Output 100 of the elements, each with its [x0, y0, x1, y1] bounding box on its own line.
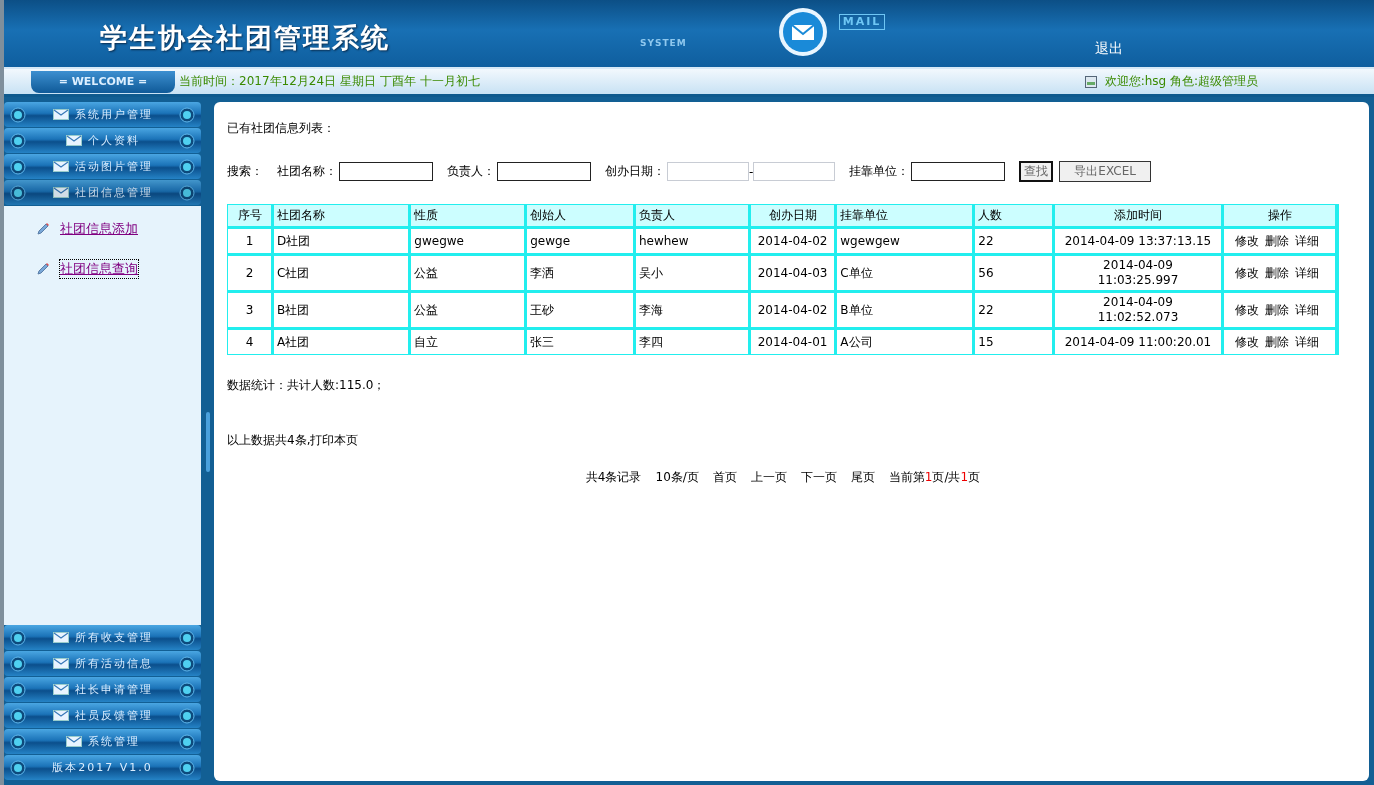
table-cell: 2014-04-03 [750, 256, 838, 293]
action-link[interactable]: 删除 [1264, 265, 1289, 280]
column-header: 挂靠单位 [837, 205, 976, 229]
record-count: 共4条记录 [585, 469, 642, 486]
knob-icon [10, 707, 26, 724]
envelope-icon [52, 109, 69, 120]
field-label: 挂靠单位： [849, 163, 910, 180]
pencil-icon [36, 262, 50, 276]
input-field[interactable] [911, 162, 1006, 181]
knob-icon [179, 759, 195, 776]
sidebar-menu-button[interactable]: 所有活动信息 [4, 651, 201, 676]
date-field[interactable] [753, 162, 836, 181]
action-link[interactable]: 删除 [1264, 233, 1289, 248]
knob-icon [10, 759, 26, 776]
knob-icon [10, 132, 26, 149]
action-link[interactable]: 详细 [1294, 265, 1319, 280]
stats-text: 数据统计：共计人数:115.0； [227, 377, 387, 394]
table-cell: 公益 [411, 256, 528, 293]
action-link[interactable]: 修改 [1234, 233, 1259, 248]
table-cell: 22 [975, 229, 1055, 256]
sidebar-menu-button[interactable]: 所有收支管理 [4, 625, 201, 650]
pager-link[interactable]: 上一页 [750, 469, 787, 486]
field-label: 社团名称： [277, 163, 337, 180]
column-header: 操作 [1224, 205, 1338, 229]
field-label: 创办日期： [605, 163, 665, 180]
sidebar-menu-button[interactable]: 社团信息管理 [4, 180, 201, 205]
user-info: 欢迎您:hsg 角色:超级管理员 [1104, 73, 1258, 90]
column-header: 性质 [411, 205, 528, 229]
table-cell: 吴小 [635, 256, 751, 293]
knob-icon [10, 106, 26, 123]
knob-icon [179, 106, 195, 123]
table-cell: 李洒 [527, 256, 636, 293]
action-link[interactable]: 详细 [1294, 302, 1319, 317]
action-link[interactable]: 修改 [1234, 302, 1259, 317]
envelope-icon [52, 632, 69, 643]
table-cell: 1 [228, 229, 275, 256]
table-cell: 李海 [635, 293, 751, 330]
knob-icon [10, 629, 26, 646]
pager-link[interactable]: 下一页 [800, 469, 837, 486]
table-cell: A社团 [274, 330, 412, 354]
table-cell: 2014-04-01 [750, 330, 838, 354]
knob-icon [179, 158, 195, 175]
input-field[interactable] [339, 162, 433, 181]
knob-icon [179, 681, 195, 698]
field-label: 负责人： [447, 163, 495, 180]
page-size: 10条/页 [655, 469, 699, 486]
table-cell: 56 [975, 256, 1055, 293]
table-cell: 4 [228, 330, 275, 354]
envelope-icon [52, 161, 69, 172]
date-field[interactable] [667, 162, 749, 181]
pager-link[interactable]: 尾页 [850, 469, 875, 486]
sidebar-menu-button[interactable]: 个人资料 [4, 128, 201, 153]
search-label: 搜索： [227, 163, 263, 180]
system-label: SYSTEM [640, 38, 687, 50]
table-cell: hewhew [635, 229, 751, 256]
knob-icon [179, 707, 195, 724]
table-cell: 2014-04-02 [750, 293, 838, 330]
knob-icon [10, 655, 26, 672]
table-cell: 3 [228, 293, 275, 330]
action-link[interactable]: 修改 [1234, 265, 1259, 280]
table-cell: D社团 [274, 229, 412, 256]
input-field[interactable] [497, 162, 591, 181]
action-link[interactable]: 详细 [1294, 334, 1319, 349]
knob-icon [10, 184, 26, 201]
table-cell: B社团 [274, 293, 412, 330]
table-cell: A公司 [837, 330, 976, 354]
table-cell: 公益 [411, 293, 528, 330]
knob-icon [179, 629, 195, 646]
action-link[interactable]: 修改 [1234, 334, 1259, 349]
table-cell: wgewgew [837, 229, 976, 256]
pager-link[interactable]: 首页 [712, 469, 737, 486]
knob-icon [179, 733, 195, 750]
knob-icon [179, 184, 195, 201]
action-link[interactable]: 删除 [1264, 302, 1289, 317]
logout-link[interactable]: 退出 [1095, 40, 1124, 58]
list-heading: 已有社团信息列表： [227, 120, 336, 137]
pencil-icon [36, 222, 50, 236]
sidebar-menu-button[interactable]: 系统用户管理 [4, 102, 201, 127]
table-cell: 张三 [527, 330, 636, 354]
knob-icon [10, 681, 26, 698]
search-button[interactable]: 导出EXCEL [1059, 161, 1151, 182]
envelope-icon [52, 658, 69, 669]
envelope-icon [52, 187, 69, 198]
version-label: 版本2017 V1.0 [4, 755, 201, 780]
column-header: 负责人 [635, 205, 751, 229]
action-link[interactable]: 删除 [1264, 334, 1289, 349]
table-cell: 2 [228, 256, 275, 293]
action-link[interactable]: 详细 [1294, 233, 1319, 248]
print-link[interactable]: 打印本页 [310, 432, 359, 449]
splitter-handle[interactable] [205, 411, 210, 472]
table-cell: 2014-04-09 13:37:13.15 [1054, 229, 1224, 256]
column-header: 序号 [228, 205, 275, 229]
table-cell: 22 [975, 293, 1055, 330]
search-button[interactable]: 查找 [1019, 161, 1054, 182]
column-header: 人数 [975, 205, 1055, 229]
sidebar-menu-button[interactable]: 系统管理 [4, 729, 201, 754]
sidebar-menu-button[interactable]: 社长申请管理 [4, 677, 201, 702]
mail-icon [776, 6, 829, 58]
sidebar-menu-button[interactable]: 活动图片管理 [4, 154, 201, 179]
sidebar-menu-button[interactable]: 社员反馈管理 [4, 703, 201, 728]
